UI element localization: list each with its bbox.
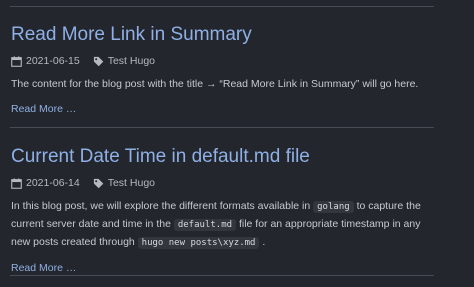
tag-icon <box>93 178 103 188</box>
post-tag-link[interactable]: Test Hugo <box>108 177 155 189</box>
post-title-link[interactable]: Current Date Time in default.md file <box>11 144 441 170</box>
post-item: Current Date Time in default.md file 202… <box>11 144 441 275</box>
calendar-icon <box>11 177 22 189</box>
post-list: Read More Link in Summary 2021-06-15 Tes… <box>0 0 474 287</box>
read-more-link[interactable]: Read More … <box>11 261 441 275</box>
divider <box>10 6 434 7</box>
post-meta: 2021-06-15 Test Hugo <box>11 53 441 69</box>
divider <box>10 127 434 128</box>
post-tag-link[interactable]: Test Hugo <box>108 55 155 67</box>
tag-icon <box>93 56 103 66</box>
inline-code: golang <box>313 201 354 213</box>
post-summary: In this blog post, we will explore the d… <box>11 198 437 252</box>
post-title-link[interactable]: Read More Link in Summary <box>11 22 441 48</box>
post-item: Read More Link in Summary 2021-06-15 Tes… <box>11 22 441 116</box>
post-summary: The content for the blog post with the t… <box>11 76 437 93</box>
post-date: 2021-06-15 <box>26 55 80 67</box>
calendar-icon <box>11 55 22 67</box>
summary-text: . <box>259 236 266 248</box>
read-more-link[interactable]: Read More … <box>11 102 441 116</box>
summary-text: The content for the blog post with the t… <box>11 78 419 90</box>
summary-text: In this blog post, we will explore the d… <box>11 200 314 212</box>
post-meta: 2021-06-14 Test Hugo <box>11 175 441 191</box>
post-date: 2021-06-14 <box>26 177 80 189</box>
inline-code: hugo new posts\xyz.md <box>137 237 260 249</box>
divider <box>10 275 434 276</box>
inline-code: default.md <box>173 219 237 231</box>
